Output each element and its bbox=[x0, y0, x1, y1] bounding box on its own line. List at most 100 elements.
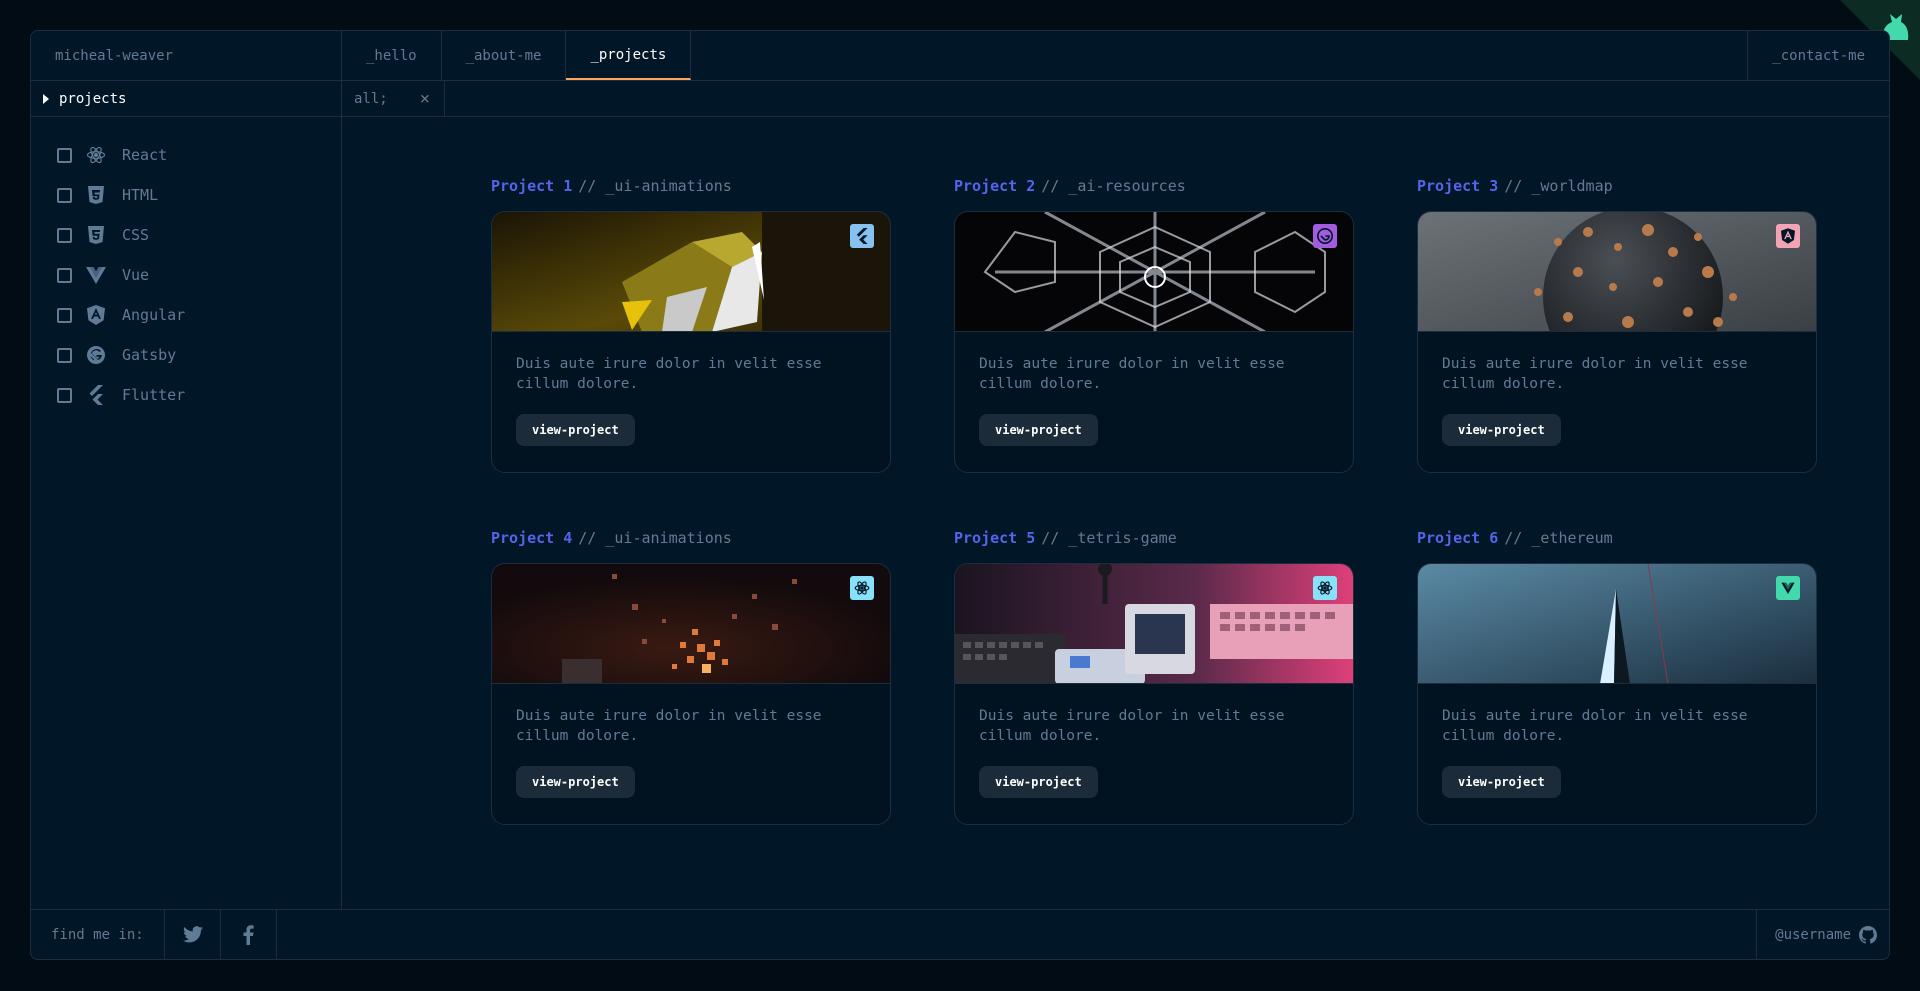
gatsby-icon bbox=[1313, 224, 1337, 248]
abstract-origami-image bbox=[492, 212, 890, 331]
filter-label: Vue bbox=[122, 266, 150, 284]
view-project-button[interactable]: view-project bbox=[1442, 766, 1561, 798]
project-title: Project 3 // _worldmap bbox=[1417, 177, 1817, 199]
filter-html[interactable]: HTML bbox=[31, 175, 341, 215]
filter-label: CSS bbox=[122, 226, 150, 244]
project-number: Project 4 bbox=[491, 529, 573, 547]
github-username: @username bbox=[1775, 926, 1851, 943]
project-card: Duis aute irure dolor in velit esse cill… bbox=[954, 211, 1354, 473]
filter-label: React bbox=[122, 146, 168, 164]
project-description: Duis aute irure dolor in velit esse cill… bbox=[516, 708, 822, 744]
project-title: Project 5 // _tetris-game bbox=[954, 529, 1354, 551]
view-project-button[interactable]: view-project bbox=[979, 766, 1098, 798]
project-subtitle: // _ui-animations bbox=[578, 529, 732, 547]
tab-contact-me[interactable]: _contact-me bbox=[1747, 31, 1889, 80]
project-card: Duis aute irure dolor in velit esse cill… bbox=[1417, 563, 1817, 825]
view-project-button[interactable]: view-project bbox=[979, 414, 1098, 446]
checkbox[interactable] bbox=[57, 387, 72, 403]
flutter-icon bbox=[86, 385, 106, 405]
portfolio-window: micheal-weaver _hello _about-me _project… bbox=[30, 30, 1890, 960]
site-brand[interactable]: micheal-weaver bbox=[31, 31, 342, 80]
checkbox[interactable] bbox=[57, 187, 72, 203]
retro-computers-image bbox=[955, 564, 1353, 683]
project-title: Project 2 // _ai-resources bbox=[954, 177, 1354, 199]
project-description: Duis aute irure dolor in velit esse cill… bbox=[1442, 356, 1748, 392]
snowflake-fractal-image bbox=[955, 212, 1353, 331]
project-number: Project 5 bbox=[954, 529, 1036, 547]
project-description: Duis aute irure dolor in velit esse cill… bbox=[516, 356, 822, 392]
filter-angular[interactable]: Angular bbox=[31, 295, 341, 335]
twitter-link[interactable] bbox=[165, 910, 221, 959]
view-project-button[interactable]: view-project bbox=[1442, 414, 1561, 446]
filter-css[interactable]: CSS bbox=[31, 215, 341, 255]
filter-label: Angular bbox=[122, 306, 186, 324]
sidebar: projects React HTML CSS Vue Angular Gats… bbox=[31, 81, 342, 909]
checkbox[interactable] bbox=[57, 347, 72, 363]
view-project-button[interactable]: view-project bbox=[516, 766, 635, 798]
project-description: Duis aute irure dolor in velit esse cill… bbox=[979, 356, 1285, 392]
close-icon[interactable]: × bbox=[420, 89, 430, 109]
projects-section-toggle[interactable]: projects bbox=[31, 81, 341, 117]
crystal-shard-image bbox=[1418, 564, 1816, 683]
tab-about-me[interactable]: _about-me bbox=[442, 31, 567, 80]
project-card-5: Project 5 // _tetris-game Duis aute irure… bbox=[954, 529, 1354, 825]
project-subtitle: // _ai-resources bbox=[1041, 177, 1186, 195]
filter-vue[interactable]: Vue bbox=[31, 255, 341, 295]
project-title: Project 4 // _ui-animations bbox=[491, 529, 891, 551]
caret-right-icon bbox=[43, 93, 49, 104]
project-subtitle: // _tetris-game bbox=[1041, 529, 1177, 547]
filter-label: Gatsby bbox=[122, 346, 177, 364]
checkbox[interactable] bbox=[57, 267, 72, 283]
project-card-6: Project 6 // _ethereum Duis aute irure do… bbox=[1417, 529, 1817, 825]
vue-icon bbox=[1776, 576, 1800, 600]
particle-explosion-image bbox=[492, 564, 890, 683]
facebook-link[interactable] bbox=[221, 910, 277, 959]
github-icon bbox=[1859, 925, 1877, 944]
filter-tab-all[interactable]: all; × bbox=[342, 81, 445, 116]
project-subtitle: // _ui-animations bbox=[578, 177, 732, 195]
checkbox[interactable] bbox=[57, 307, 72, 323]
project-subtitle: // _ethereum bbox=[1504, 529, 1613, 547]
react-icon bbox=[850, 576, 874, 600]
top-nav: micheal-weaver _hello _about-me _project… bbox=[31, 31, 1889, 81]
css3-icon bbox=[86, 225, 106, 245]
checkbox[interactable] bbox=[57, 227, 72, 243]
project-card: Duis aute irure dolor in velit esse cill… bbox=[1417, 211, 1817, 473]
projects-grid: Project 1// _ui-animations Duis aute iru… bbox=[342, 117, 1889, 909]
project-thumbnail bbox=[492, 564, 890, 684]
vue-icon bbox=[86, 265, 106, 285]
project-card-2: Project 2// _ai-resources Duis aute irur… bbox=[954, 177, 1354, 473]
project-card-4: Project 4 // _ui-animations Duis aute iru… bbox=[491, 529, 891, 825]
html5-icon bbox=[86, 185, 106, 205]
filter-react[interactable]: React bbox=[31, 135, 341, 175]
filter-tab-label: all; bbox=[354, 90, 388, 107]
project-thumbnail bbox=[1418, 212, 1816, 332]
tab-projects[interactable]: _projects bbox=[566, 31, 692, 80]
facebook-icon bbox=[243, 924, 254, 945]
filter-label: Flutter bbox=[122, 386, 186, 404]
project-thumbnail bbox=[955, 564, 1353, 684]
project-card: Duis aute irure dolor in velit esse cill… bbox=[954, 563, 1354, 825]
project-thumbnail bbox=[492, 212, 890, 332]
active-filter-bar: all; × bbox=[342, 81, 1889, 117]
footer: find me in: @username bbox=[31, 909, 1889, 959]
react-icon bbox=[1313, 576, 1337, 600]
project-thumbnail bbox=[1418, 564, 1816, 684]
twitter-icon bbox=[182, 926, 203, 943]
filter-gatsby[interactable]: Gatsby bbox=[31, 335, 341, 375]
project-card-1: Project 1// _ui-animations Duis aute iru… bbox=[491, 177, 891, 473]
checkbox[interactable] bbox=[57, 147, 72, 163]
project-card: Duis aute irure dolor in velit esse cill… bbox=[491, 563, 891, 825]
project-thumbnail bbox=[955, 212, 1353, 332]
project-title: Project 6 // _ethereum bbox=[1417, 529, 1817, 551]
project-card: Duis aute irure dolor in velit esse cill… bbox=[491, 211, 891, 473]
flutter-icon bbox=[850, 224, 874, 248]
angular-icon bbox=[86, 305, 106, 325]
project-description: Duis aute irure dolor in velit esse cill… bbox=[979, 708, 1285, 744]
filter-flutter[interactable]: Flutter bbox=[31, 375, 341, 415]
tab-hello[interactable]: _hello bbox=[342, 31, 442, 80]
tech-filter-list: React HTML CSS Vue Angular Gatsby Flutte… bbox=[31, 117, 341, 415]
project-number: Project 6 bbox=[1417, 529, 1499, 547]
github-link[interactable]: @username bbox=[1756, 910, 1889, 959]
view-project-button[interactable]: view-project bbox=[516, 414, 635, 446]
